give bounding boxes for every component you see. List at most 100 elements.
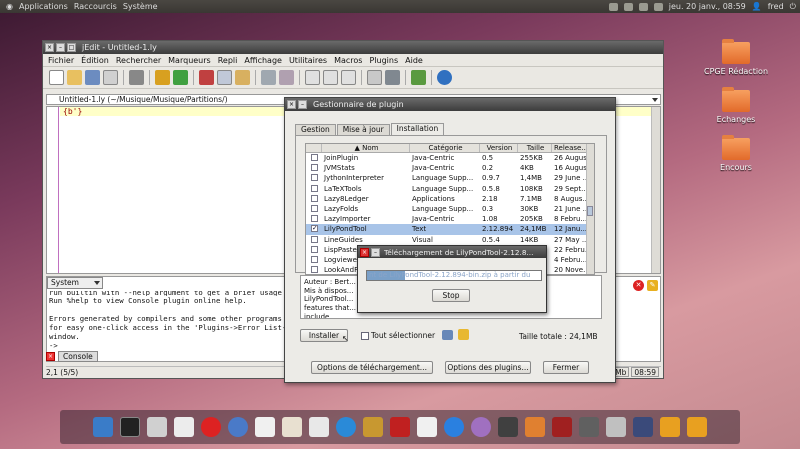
ubuntu-logo-icon[interactable]: ◉ (6, 2, 13, 11)
menu-system[interactable]: Système (123, 2, 158, 11)
dock-media-player-icon[interactable] (444, 417, 464, 437)
dock-monitor-icon[interactable] (498, 417, 518, 437)
tab-gestion[interactable]: Gestion (295, 124, 336, 135)
plugin-checkbox[interactable] (311, 154, 318, 161)
plugin-checkbox[interactable] (311, 174, 318, 182)
close-window-icon[interactable]: × (45, 43, 54, 52)
jedit-titlebar[interactable]: × – □ jEdit - Untitled-1.ly (43, 41, 663, 54)
plugin-manager-titlebar[interactable]: × – Gestionnaire de plugin (285, 98, 615, 111)
plugin-row[interactable]: LilyPondTool Text 2.12.894 24,1MB 12 Janu... (306, 224, 594, 235)
minimize-window-icon[interactable]: – (371, 247, 380, 257)
tab-installation[interactable]: Installation (390, 123, 445, 135)
close-button[interactable]: Fermer (543, 361, 589, 374)
redo-icon[interactable] (173, 70, 188, 85)
copy-icon[interactable] (217, 70, 232, 85)
dock-vlc-icon[interactable] (417, 417, 437, 437)
plugin-checkbox[interactable] (311, 255, 318, 263)
undo-icon[interactable] (155, 70, 170, 85)
col-categorie[interactable]: Catégorie (410, 144, 480, 152)
plugin-checkbox[interactable] (311, 164, 318, 172)
plugin-table-scrollbar[interactable] (586, 144, 594, 274)
maximize-window-icon[interactable]: □ (67, 43, 76, 52)
battery-icon[interactable] (608, 2, 618, 11)
plugin-row[interactable]: LazyFolds Language Supp... 0.3 30KB 21 June … (306, 204, 594, 214)
minimize-window-icon[interactable]: – (56, 43, 65, 52)
console-shell-select[interactable]: System (47, 277, 103, 289)
col-nom[interactable]: ▲ Nom (322, 144, 410, 152)
network-icon[interactable] (623, 2, 633, 11)
split-horizontal-icon[interactable] (305, 70, 320, 85)
menu-edition[interactable]: Édition (81, 56, 109, 65)
dock-workspace-icon[interactable] (579, 417, 599, 437)
home-icon[interactable] (411, 70, 426, 85)
close-file-icon[interactable] (103, 70, 118, 85)
plugin-row[interactable]: JVMStats Java-Centric 0.2 4KB 16 Augus... (306, 163, 594, 173)
desktop-folder-encours[interactable]: Encours (696, 135, 776, 172)
col-version[interactable]: Version (480, 144, 518, 152)
plugin-checkbox[interactable] (311, 266, 318, 274)
desktop-folder-cpge[interactable]: CPGE Rédaction (696, 39, 776, 76)
dock-settings-icon[interactable] (471, 417, 491, 437)
clock[interactable]: jeu. 20 janv., 08:59 (669, 2, 746, 11)
menu-marqueurs[interactable]: Marqueurs (168, 56, 211, 65)
dock-pidgin-icon[interactable] (228, 417, 248, 437)
dock-pen-icon[interactable] (363, 417, 383, 437)
dock-app-icon[interactable] (552, 417, 572, 437)
menu-repli[interactable]: Repli (218, 56, 238, 65)
dock-calendar-icon[interactable] (633, 417, 653, 437)
dock-acrobat-icon[interactable] (390, 417, 410, 437)
tab-mise-a-jour[interactable]: Mise à jour (336, 124, 390, 135)
select-all-checkbox[interactable] (361, 332, 369, 340)
dock-sun-icon[interactable] (525, 417, 545, 437)
dock-document-icon[interactable] (255, 417, 275, 437)
close-window-icon[interactable]: × (360, 247, 369, 257)
dock-browser-icon[interactable] (336, 417, 356, 437)
plugin-checkbox[interactable] (311, 225, 318, 233)
clear-console-icon[interactable]: ✎ (647, 280, 658, 291)
editor-scrollbar[interactable] (651, 107, 660, 273)
volume-icon[interactable] (653, 2, 663, 11)
console-tab[interactable]: Console (58, 351, 98, 362)
menu-affichage[interactable]: Affichage (244, 56, 282, 65)
menu-aide[interactable]: Aide (405, 56, 423, 65)
user-name[interactable]: fred (768, 2, 784, 11)
print-icon[interactable] (129, 70, 144, 85)
menu-plugins[interactable]: Plugins (369, 56, 398, 65)
col-release[interactable]: Release... (552, 144, 588, 152)
plugin-row[interactable]: JythonInterpreter Language Supp... 0.9.7 1,… (306, 173, 594, 183)
col-taille[interactable]: Taille (518, 144, 552, 152)
mail-icon[interactable] (638, 2, 648, 11)
close-dock-icon[interactable]: × (46, 352, 55, 361)
user-icon[interactable]: 👤 (752, 2, 762, 11)
clear-icon[interactable] (458, 329, 469, 340)
plugin-row[interactable]: LaTeXTools Language Supp... 0.5.8 108KB 29 S… (306, 184, 594, 194)
open-file-icon[interactable] (67, 70, 82, 85)
menu-places[interactable]: Raccourcis (74, 2, 117, 11)
save-icon[interactable] (85, 70, 100, 85)
plugin-checkbox[interactable] (311, 194, 318, 202)
split-vertical-icon[interactable] (323, 70, 338, 85)
dock-mail-icon[interactable] (174, 417, 194, 437)
menu-fichier[interactable]: Fichier (48, 56, 74, 65)
download-options-button[interactable]: Options de téléchargement... (311, 361, 433, 374)
dock-opera-icon[interactable] (201, 417, 221, 437)
plugin-checkbox[interactable] (311, 235, 318, 243)
console-output[interactable]: run builtin with --help argument to get … (49, 291, 304, 350)
find-next-icon[interactable] (279, 70, 294, 85)
dock-jedit-alt-icon[interactable] (687, 417, 707, 437)
paste-icon[interactable] (235, 70, 250, 85)
minimize-window-icon[interactable]: – (298, 100, 307, 109)
cut-icon[interactable] (199, 70, 214, 85)
plugin-checkbox[interactable] (311, 184, 318, 192)
dock-terminal-icon[interactable] (120, 417, 140, 437)
plugin-manager-icon[interactable] (367, 70, 382, 85)
dock-jedit-icon[interactable] (660, 417, 680, 437)
dock-writer-icon[interactable] (282, 417, 302, 437)
desktop-folder-echanges[interactable]: Echanges (696, 87, 776, 124)
dock-weather-icon[interactable] (606, 417, 626, 437)
plugin-row[interactable]: Lazy8Ledger Applications 2.18 7.1MB 8 Augus.… (306, 194, 594, 204)
power-icon[interactable]: ⏻ (790, 2, 796, 12)
chevron-down-icon[interactable] (652, 98, 658, 102)
plugin-row[interactable]: LineGuides Visual 0.5.4 14KB 27 May ... (306, 235, 594, 245)
menu-rechercher[interactable]: Rechercher (116, 56, 161, 65)
